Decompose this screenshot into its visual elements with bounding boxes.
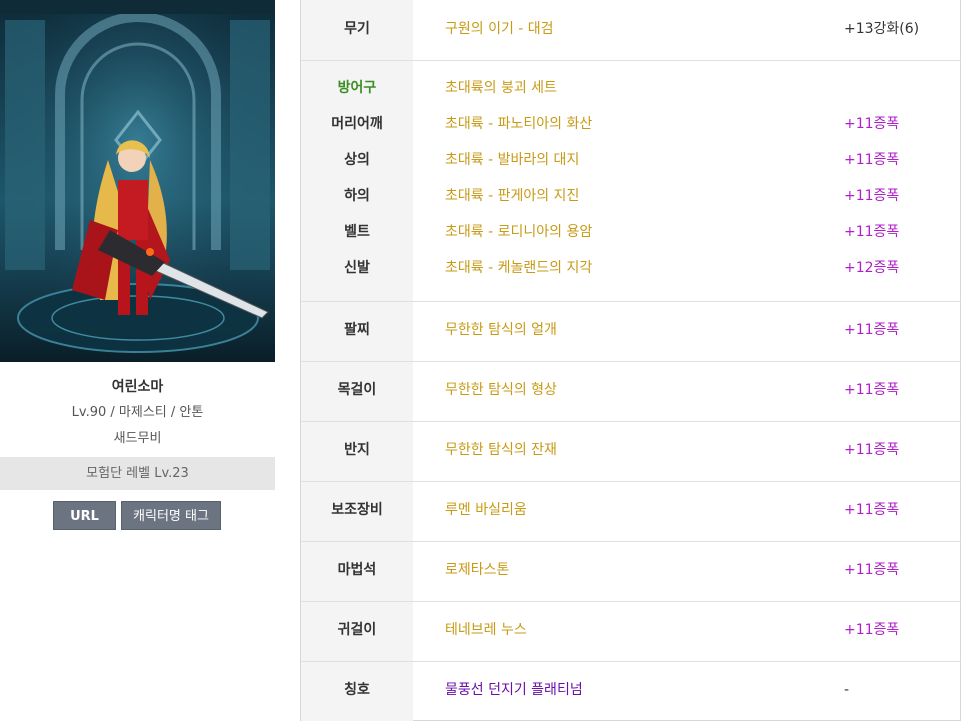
item-name-head[interactable]: 초대륙 - 파노티아의 화산 [445, 114, 592, 134]
character-panel: 여린소마 Lv.90 / 마제스티 / 안톤 새드무비 모험단 레벨 Lv.23… [0, 0, 275, 723]
character-tag-button[interactable]: 캐릭터명 태그 [121, 501, 221, 530]
item-name-top[interactable]: 초대륙 - 발바라의 대지 [445, 150, 579, 170]
item-name-earring[interactable]: 테네브레 누스 [445, 620, 527, 640]
amplify-head: +11증폭 [844, 116, 900, 132]
enhance-weapon: +13강화(6) [844, 21, 920, 37]
slot-label-armor: 방어구 [337, 80, 377, 96]
slot-label-sub: 보조장비 [331, 502, 383, 518]
slot-label-bracelet: 팔찌 [344, 322, 370, 338]
equipment-row-ring: 반지 무한한 탐식의 잔재 +11증폭 [301, 422, 961, 482]
item-name-weapon[interactable]: 구원의 이기 - 대검 [445, 19, 554, 39]
amplify-bracelet: +11증폭 [844, 322, 900, 338]
slot-label-head: 머리어깨 [331, 116, 383, 132]
equipment-row-earring: 귀걸이 테네브레 누스 +11증폭 [301, 602, 961, 662]
slot-label-magic-stone: 마법석 [337, 562, 377, 578]
item-name-title[interactable]: 물풍선 던지기 플래티넘 [445, 680, 583, 700]
armor-set-name[interactable]: 초대륙의 붕괴 세트 [445, 78, 557, 98]
item-name-ring[interactable]: 무한한 탐식의 잔재 [445, 440, 557, 460]
equipment-table: 무기 구원의 이기 - 대검 +13강화(6) 방어구 초대륙의 붕괴 세트 머… [300, 0, 961, 721]
item-name-sub[interactable]: 루멘 바실리움 [445, 500, 527, 520]
amplify-ring: +11증폭 [844, 442, 900, 458]
url-button[interactable]: URL [53, 501, 116, 530]
slot-label-shoes: 신발 [344, 260, 370, 276]
character-name: 여린소마 [111, 379, 164, 395]
amplify-necklace: +11증폭 [844, 382, 900, 398]
amplify-top: +11증폭 [844, 152, 900, 168]
slot-label-top: 상의 [344, 152, 370, 168]
item-name-magic-stone[interactable]: 로제타스톤 [445, 560, 509, 580]
enhance-title: - [844, 682, 850, 698]
equipment-row-title: 칭호 물풍선 던지기 플래티넘 - [301, 662, 961, 721]
item-name-bracelet[interactable]: 무한한 탐식의 얼개 [445, 320, 557, 340]
amplify-earring: +11증폭 [844, 622, 900, 638]
equipment-row-armor: 방어구 초대륙의 붕괴 세트 머리어깨 초대륙 - 파노티아의 화산 +11증폭… [301, 61, 961, 302]
slot-label-necklace: 목걸이 [337, 382, 377, 398]
item-name-necklace[interactable]: 무한한 탐식의 형상 [445, 380, 557, 400]
item-name-belt[interactable]: 초대륙 - 로디니아의 용암 [445, 222, 592, 242]
character-guild: 새드무비 [113, 431, 162, 446]
equipment-row-weapon: 무기 구원의 이기 - 대검 +13강화(6) [301, 0, 961, 61]
equipment-row-magic-stone: 마법석 로제타스톤 +11증폭 [301, 542, 961, 602]
slot-label-ring: 반지 [344, 442, 370, 458]
amplify-shoes: +12증폭 [844, 260, 900, 276]
equipment-row-sub: 보조장비 루멘 바실리움 +11증폭 [301, 482, 961, 542]
amplify-magic-stone: +11증폭 [844, 562, 900, 578]
equipment-row-necklace: 목걸이 무한한 탐식의 형상 +11증폭 [301, 362, 961, 422]
slot-label-earring: 귀걸이 [337, 622, 377, 638]
adventure-level: 모험단 레벨 Lv.23 [0, 457, 275, 490]
character-level-class-server: Lv.90 / 마제스티 / 안톤 [71, 405, 204, 420]
item-name-shoes[interactable]: 초대륙 - 케놀랜드의 지각 [445, 258, 592, 278]
amplify-belt: +11증폭 [844, 224, 900, 240]
slot-label-bottom: 하의 [344, 188, 370, 204]
equipment-row-bracelet: 팔찌 무한한 탐식의 얼개 +11증폭 [301, 302, 961, 362]
character-portrait [0, 0, 275, 362]
amplify-sub: +11증폭 [844, 502, 900, 518]
slot-label-belt: 벨트 [344, 224, 370, 240]
amplify-bottom: +11증폭 [844, 188, 900, 204]
slot-label-title: 칭호 [344, 682, 370, 698]
slot-label-weapon: 무기 [344, 21, 370, 37]
item-name-bottom[interactable]: 초대륙 - 판게아의 지진 [445, 186, 579, 206]
